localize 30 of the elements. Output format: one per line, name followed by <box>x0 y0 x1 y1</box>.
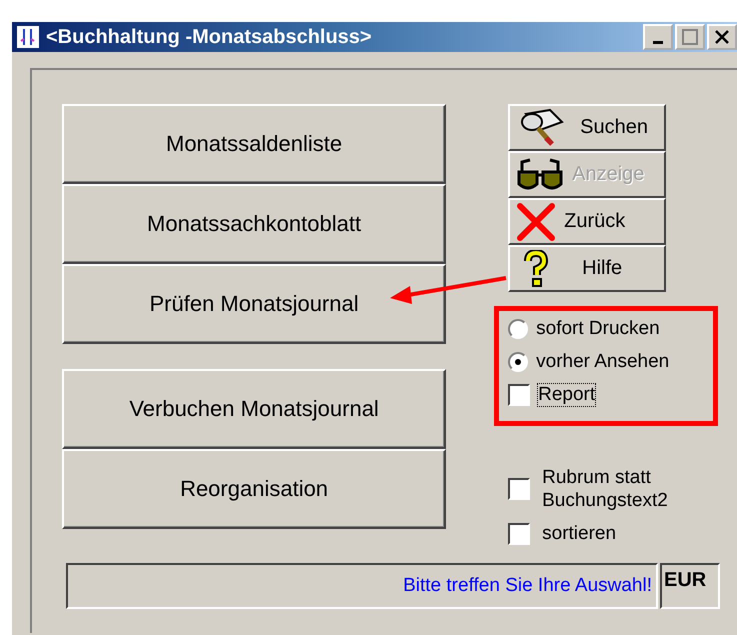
minimize-button[interactable] <box>643 24 673 50</box>
radio-button[interactable] <box>508 352 528 372</box>
checkbox[interactable] <box>508 384 530 406</box>
option-label: vorher Ansehen <box>536 350 670 372</box>
glasses-icon <box>516 158 564 192</box>
minimize-icon <box>653 40 663 44</box>
checkbox[interactable] <box>508 522 530 544</box>
currency-label: EUR <box>660 563 720 609</box>
close-button[interactable] <box>707 24 737 50</box>
action-button[interactable]: Reorganisation <box>62 449 446 529</box>
maximize-icon <box>682 29 698 45</box>
status-message: Bitte treffen Sie Ihre Auswahl! <box>66 563 658 609</box>
toolbar-button[interactable]: Suchen <box>508 104 666 151</box>
option-label: Rubrum statt Buchungstext2 <box>542 466 668 512</box>
radio-button[interactable] <box>508 318 528 338</box>
option-label: sortieren <box>542 522 616 545</box>
checkbox[interactable] <box>508 478 530 500</box>
action-button[interactable]: Monatssaldenliste <box>62 104 446 184</box>
action-button[interactable]: Monatssachkontoblatt <box>62 184 446 264</box>
app-icon <box>16 25 40 49</box>
toolbar-button[interactable]: Zurück <box>508 198 666 245</box>
maximize-button[interactable] <box>675 24 705 50</box>
option-label: sofort Drucken <box>536 318 660 340</box>
option-label: Report <box>538 384 596 406</box>
cross-icon <box>516 202 556 240</box>
close-icon <box>714 29 730 45</box>
action-button[interactable]: Verbuchen Monatsjournal <box>62 369 446 449</box>
toolbar-button[interactable]: Hilfe <box>508 245 666 292</box>
window-title: <Buchhaltung -Monatsabschluss> <box>46 26 373 48</box>
action-button[interactable]: Prüfen Monatsjournal <box>62 264 446 344</box>
